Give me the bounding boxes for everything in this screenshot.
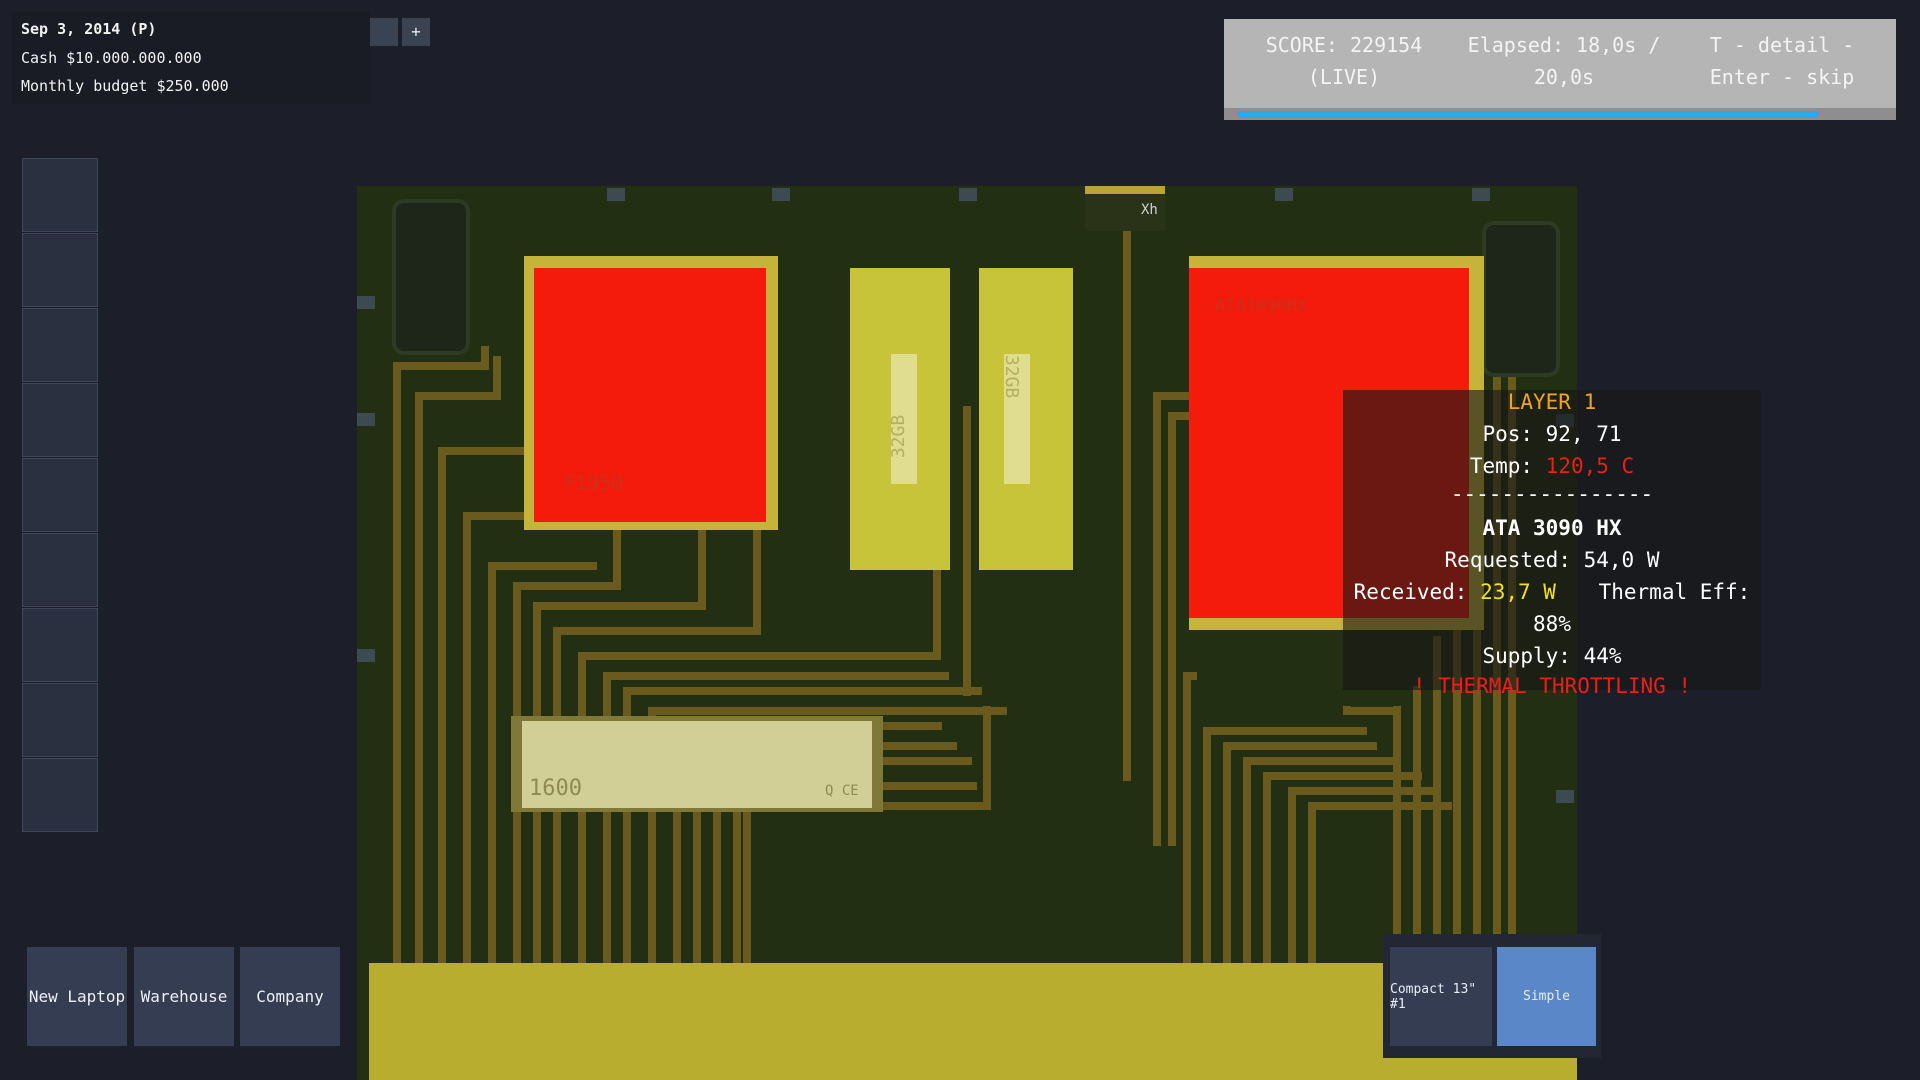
game-date: Sep 3, 2014 (P)	[21, 20, 157, 38]
tool-slot[interactable]	[22, 458, 98, 532]
ssd-marks: Q CE	[825, 783, 859, 799]
tooltip-layer: LAYER 1	[1507, 390, 1597, 414]
tooltip-received: Received: 23,7 W Thermal Eff:	[1353, 580, 1751, 604]
connector-label: Xh	[1141, 202, 1158, 218]
layout-simple-button[interactable]: Simple	[1497, 947, 1596, 1046]
temp-value: 120,5 C	[1545, 454, 1635, 478]
new-laptop-button[interactable]: New Laptop	[27, 947, 127, 1046]
component-tooltip: LAYER 1 Pos: 92, 71 Temp: 120,5 C ------…	[1343, 390, 1761, 698]
tooltip-thermal-value: 88%	[1533, 612, 1571, 636]
received-value: 23,7 W	[1480, 580, 1556, 604]
score-status: (LIVE)	[1307, 65, 1381, 89]
tooltip-divider: ----------------	[1450, 482, 1654, 506]
zoom-out-button[interactable]	[370, 18, 398, 46]
cpu-label: F1950	[563, 471, 624, 495]
tool-slot[interactable]	[22, 683, 98, 757]
battery-right	[1482, 221, 1560, 377]
zoom-in-button[interactable]: +	[402, 18, 430, 46]
tool-slot[interactable]	[22, 758, 98, 832]
tooltip-supply: Supply: 44%	[1482, 644, 1622, 668]
score-value: SCORE: 229154	[1265, 33, 1423, 57]
tool-slot[interactable]	[22, 383, 98, 457]
tool-slot[interactable]	[22, 533, 98, 607]
gpu-label: ATA3090HX	[1215, 296, 1308, 316]
ram-left-label: 32GB	[888, 414, 910, 459]
score-panel: SCORE: 229154 (LIVE) Elapsed: 18,0s / 20…	[1224, 19, 1896, 120]
elapsed-time: Elapsed: 18,0s /	[1467, 33, 1661, 57]
tool-slot[interactable]	[22, 158, 98, 232]
ssd-label: 1600	[529, 776, 582, 801]
tool-slot[interactable]	[22, 308, 98, 382]
tool-slot[interactable]	[22, 608, 98, 682]
progress-bar	[1238, 111, 1818, 118]
tooltip-pos: Pos: 92, 71	[1482, 422, 1622, 446]
elapsed-total: 20,0s	[1533, 65, 1595, 89]
warehouse-button[interactable]: Warehouse	[134, 947, 234, 1046]
ram-right-label: 32GB	[1001, 354, 1023, 399]
tooltip-component: ATA 3090 HX	[1482, 516, 1622, 540]
tooltip-temp: Temp: 120,5 C	[1469, 454, 1635, 478]
layout-compact-button[interactable]: Compact 13" #1	[1390, 947, 1492, 1046]
thermal-label: Thermal Eff:	[1598, 580, 1751, 604]
cash-label: Cash $10.000.000.000	[21, 49, 202, 67]
hint-skip: Enter - skip	[1709, 65, 1855, 89]
tooltip-warning: ! THERMAL THROTTLING !	[1412, 674, 1692, 698]
tooltip-requested: Requested: 54,0 W	[1444, 548, 1660, 572]
company-button[interactable]: Company	[240, 947, 340, 1046]
company-info-panel: Sep 3, 2014 (P) Cash $10.000.000.000 Mon…	[12, 12, 370, 104]
budget-label: Monthly budget $250.000	[21, 77, 229, 95]
battery-left	[392, 199, 470, 355]
tool-slot[interactable]	[22, 233, 98, 307]
hint-detail: T - detail -	[1709, 33, 1855, 57]
